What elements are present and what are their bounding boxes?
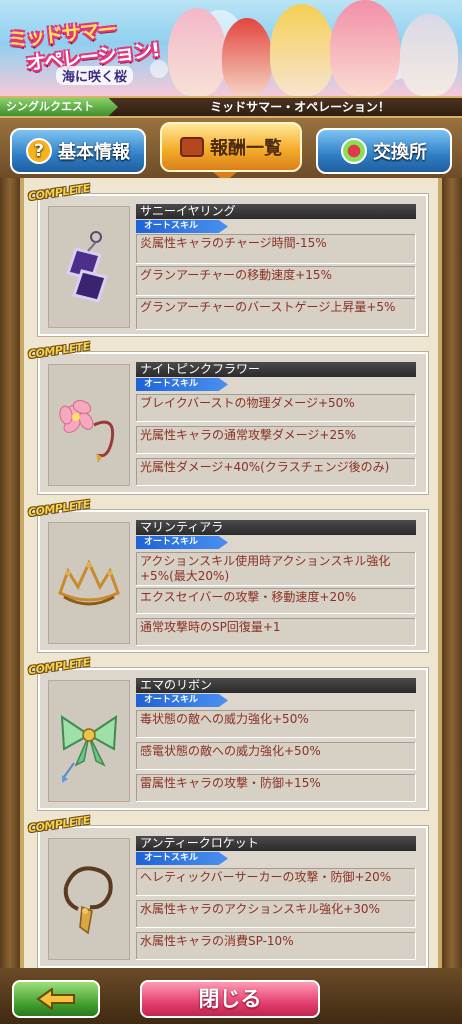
skill-effect: 毒状態の敵への威力強化+50% <box>136 710 416 738</box>
pink-flower-icon <box>59 400 115 463</box>
skill-effect: 感電状態の敵への威力強化+50% <box>136 742 416 770</box>
skill-effect: 炎属性キャラのチャージ時間-15% <box>136 234 416 264</box>
tiara-icon <box>58 559 120 606</box>
left-arrow-icon <box>36 988 75 1010</box>
reward-item-image <box>48 838 130 960</box>
ribbon-icon <box>60 715 118 783</box>
reward-card[interactable]: COMPLETE ナイトピンクフラワー オートスキル ブレイクバーストの物理ダメ… <box>27 340 428 494</box>
complete-badge: COMPLETE <box>27 339 91 362</box>
tab-exchange[interactable]: 交換所 <box>316 128 452 174</box>
reward-item-name: エマのリボン <box>136 678 416 693</box>
reward-item-name: サニーイヤリング <box>136 204 416 219</box>
character-portrait <box>330 0 400 96</box>
tab-label: 基本情報 <box>58 142 130 163</box>
treasure-chest-icon <box>180 137 204 157</box>
skill-effect: 水属性キャラの消費SP-10% <box>136 932 416 960</box>
frame-pillar-left <box>0 178 20 968</box>
back-button[interactable] <box>12 980 100 1018</box>
skill-effect: ヘレティックバーサーカーの攻撃・防御+20% <box>136 868 416 896</box>
reward-item-image <box>48 680 130 802</box>
skill-effect: 通常攻撃時のSP回復量+1 <box>136 618 416 646</box>
reward-item-image <box>48 206 130 328</box>
skill-effect: 光属性キャラの通常攻撃ダメージ+25% <box>136 426 416 454</box>
skill-effect: グランアーチャーの移動速度+15% <box>136 266 416 296</box>
auto-skill-tag: オートスキル <box>136 378 228 391</box>
reward-item-name: アンティークロケット <box>136 836 416 851</box>
skill-effect: 水属性キャラのアクションスキル強化+30% <box>136 900 416 928</box>
reward-list[interactable]: COMPLETE サニーイヤリング オートスキル 炎属性キャラのチャージ時間-1… <box>20 178 442 968</box>
locket-icon <box>63 866 113 935</box>
reward-card[interactable]: COMPLETE マリンティアラ オートスキル アクションスキル使用時アクション… <box>27 498 428 652</box>
logo-subtitle: 海に咲く桜 <box>56 66 134 85</box>
complete-badge: COMPLETE <box>27 813 91 836</box>
reward-item-name: ナイトピンクフラワー <box>136 362 416 377</box>
character-portrait <box>270 4 334 96</box>
tab-label: 交換所 <box>373 142 427 163</box>
reward-item-image <box>48 364 130 486</box>
quest-bar: シングルクエスト ミッドサマー・オペレーション！ <box>0 96 462 118</box>
reward-card[interactable]: COMPLETE サニーイヤリング オートスキル 炎属性キャラのチャージ時間-1… <box>27 182 428 336</box>
exchange-icon <box>341 138 367 164</box>
complete-badge: COMPLETE <box>27 181 91 204</box>
auto-skill-tag: オートスキル <box>136 536 228 549</box>
event-logo: ミッドサマー オペレーション! 海に咲く桜 <box>4 18 174 86</box>
tab-rewards[interactable]: 報酬一覧 <box>160 122 302 172</box>
reward-item-name: マリンティアラ <box>136 520 416 535</box>
auto-skill-tag: オートスキル <box>136 852 228 865</box>
tab-bar: ? 基本情報 報酬一覧 交換所 <box>0 118 462 182</box>
question-icon: ? <box>26 138 52 164</box>
frame-pillar-right <box>442 178 462 968</box>
close-button[interactable]: 閉じる <box>140 980 320 1018</box>
bottom-bar: 閉じる <box>0 968 462 1024</box>
reward-card[interactable]: COMPLETE エマのリボン オートスキル 毒状態の敵への威力強化+50% 感… <box>27 656 428 810</box>
reward-card[interactable]: COMPLETE アンティークロケット オートスキル ヘレティックバーサーカーの… <box>27 814 428 968</box>
quest-title: ミッドサマー・オペレーション！ <box>210 100 390 114</box>
tab-label: 報酬一覧 <box>210 138 282 159</box>
character-portrait <box>168 8 226 96</box>
quest-type-label: シングルクエスト <box>0 98 118 116</box>
auto-skill-tag: オートスキル <box>136 694 228 707</box>
skill-effect: 光属性ダメージ+40%(クラスチェンジ後のみ) <box>136 458 416 486</box>
tab-basic-info[interactable]: ? 基本情報 <box>10 128 146 174</box>
auto-skill-tag: オートスキル <box>136 220 228 233</box>
skill-effect: ブレイクバーストの物理ダメージ+50% <box>136 394 416 422</box>
skill-effect: アクションスキル使用時アクションスキル強化+5%(最大20%) <box>136 552 416 586</box>
skill-effect: エクスセイバーの攻撃・移動速度+20% <box>136 588 416 614</box>
character-portrait <box>400 14 458 96</box>
complete-badge: COMPLETE <box>27 497 91 520</box>
complete-badge: COMPLETE <box>27 655 91 678</box>
skill-effect: グランアーチャーのバーストゲージ上昇量+5% <box>136 298 416 330</box>
skill-effect: 雷属性キャラの攻撃・防御+15% <box>136 774 416 802</box>
character-portrait <box>222 18 272 96</box>
reward-item-image <box>48 522 130 644</box>
earring-icon <box>66 231 108 303</box>
event-banner: ミッドサマー オペレーション! 海に咲く桜 <box>0 0 462 96</box>
